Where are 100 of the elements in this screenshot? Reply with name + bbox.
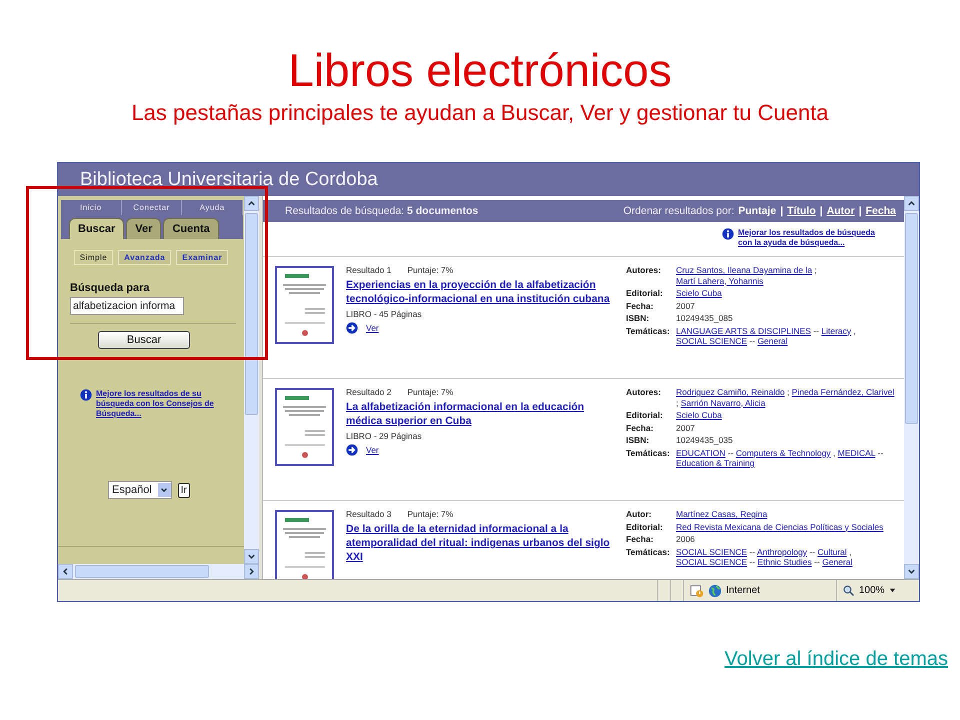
- sort-option[interactable]: Título: [787, 205, 816, 217]
- results-summary: Resultados de búsqueda: 5 documentos: [285, 205, 478, 217]
- separator-text: --: [728, 448, 734, 458]
- field-link[interactable]: EDUCATION: [676, 448, 726, 458]
- scroll-down-icon[interactable]: [247, 552, 256, 561]
- field-label: Temáticas:: [626, 448, 671, 460]
- field-label: Autores:: [626, 265, 662, 277]
- sort-label: Ordenar resultados por:: [623, 205, 734, 217]
- sort-option[interactable]: Autor: [826, 205, 855, 217]
- field-value: 2007: [676, 422, 695, 432]
- search-button[interactable]: Buscar: [98, 331, 190, 349]
- separator-text: ;: [676, 398, 678, 408]
- field-link[interactable]: Pineda Fernández, Clarivel: [792, 387, 894, 397]
- field-link[interactable]: SOCIAL SCIENCE: [676, 557, 748, 567]
- scroll-right-icon[interactable]: [247, 567, 256, 576]
- field-label: ISBN:: [626, 313, 650, 324]
- result-format: LIBRO - 29 Páginas: [346, 431, 423, 441]
- view-link[interactable]: Ver: [366, 445, 379, 455]
- result-score: Puntaje: 7%: [407, 509, 454, 519]
- search-field[interactable]: alfabetizacion informa: [70, 297, 184, 315]
- separator-text: --: [749, 336, 756, 346]
- field-link[interactable]: Martí Lahera, Yohannis: [676, 276, 764, 286]
- view-link[interactable]: Ver: [366, 323, 379, 333]
- field-link[interactable]: MEDICAL: [838, 448, 876, 458]
- field-link[interactable]: Ethnic Studies: [757, 557, 812, 567]
- search-mode-tab[interactable]: Simple: [74, 250, 114, 265]
- field-label: Autores:: [626, 387, 662, 399]
- separator-text: ;: [787, 387, 790, 397]
- separator-text: ,: [849, 546, 852, 556]
- security-icon: [690, 584, 704, 598]
- result-title-link[interactable]: Experiencias en la proyección de la alfabetización tecnológico-informacional en una institución cubana: [346, 278, 618, 306]
- field-link[interactable]: Computers & Technology: [736, 448, 831, 458]
- field-link[interactable]: SOCIAL SCIENCE: [676, 336, 748, 346]
- sort-option[interactable]: Puntaje: [738, 205, 776, 217]
- field-link[interactable]: Cultural: [817, 546, 847, 556]
- book-cover-thumbnail[interactable]: [275, 388, 334, 466]
- separator-text: --: [814, 557, 820, 567]
- separator-text: |: [820, 205, 823, 217]
- field-label: Editorial:: [626, 288, 664, 298]
- separator-text: |: [858, 205, 862, 217]
- field-link[interactable]: Anthropology: [756, 546, 808, 556]
- field-value: 10249435_085: [676, 313, 733, 323]
- sort-option[interactable]: Fecha: [866, 205, 896, 217]
- separator-text: --: [749, 557, 756, 567]
- globe-icon: [708, 584, 722, 598]
- book-cover-thumbnail[interactable]: [275, 510, 334, 579]
- field-link[interactable]: Martínez Casas, Regina: [676, 509, 768, 519]
- tab[interactable]: Cuenta: [163, 218, 219, 239]
- field-link[interactable]: Sarrión Navarro, Alicia: [680, 398, 766, 408]
- go-button[interactable]: Ir: [178, 482, 190, 498]
- separator-text: ,: [833, 448, 836, 458]
- field-link[interactable]: Scielo Cuba: [676, 288, 722, 298]
- field-link[interactable]: General: [822, 557, 852, 567]
- horizontal-scrollbar[interactable]: [58, 564, 259, 579]
- tips-link[interactable]: Mejore los resultados de su búsqueda con los Consejos de Búsqueda...: [96, 389, 236, 419]
- scroll-up-icon[interactable]: [907, 199, 916, 208]
- caret-icon: [160, 486, 168, 494]
- field-link[interactable]: Rodriguez Camiño, Reinaldo: [676, 387, 785, 397]
- result-number: Resultado 1: [346, 265, 392, 275]
- scroll-left-icon[interactable]: [61, 567, 70, 576]
- field-link[interactable]: Education & Training: [676, 458, 754, 468]
- field-label: ISBN:: [626, 435, 650, 446]
- result-number: Resultado 2: [346, 387, 392, 397]
- field-link[interactable]: LANGUAGE ARTS & DISCIPLINES: [676, 326, 811, 336]
- result-title-link[interactable]: De la orilla de la eternidad informacional a la atemporalidad del ritual: indigenas urbanos del siglo XXI: [346, 522, 618, 564]
- field-link[interactable]: SOCIAL SCIENCE: [676, 546, 748, 556]
- zoom-level[interactable]: 100%: [859, 585, 885, 596]
- result-title-link[interactable]: La alfabetización informacional en la educación médica superior en Cuba: [346, 400, 618, 428]
- result-format: LIBRO - 45 Páginas: [346, 309, 423, 319]
- search-mode-tab[interactable]: Avanzada: [118, 250, 172, 265]
- search-mode-tab[interactable]: Examinar: [176, 250, 228, 265]
- language-select[interactable]: Español: [108, 481, 172, 499]
- field-link[interactable]: Cruz Santos, Ileana Dayamina de la: [676, 265, 812, 275]
- field-value: 2007: [676, 300, 695, 310]
- separator-text: --: [809, 546, 816, 556]
- zoom-icon[interactable]: [843, 584, 855, 596]
- field-value: 10249435_035: [676, 435, 733, 445]
- search-label: Búsqueda para: [70, 282, 150, 294]
- field-label: Editorial:: [626, 522, 664, 532]
- result-number: Resultado 3: [346, 509, 392, 519]
- field-label: Autor:: [626, 509, 652, 520]
- field-label: Fecha:: [626, 422, 654, 433]
- field-link[interactable]: Literacy: [821, 326, 852, 336]
- scroll-up-icon[interactable]: [247, 199, 256, 208]
- zone-label: Internet: [726, 585, 760, 596]
- arrow-right-icon: [346, 444, 358, 456]
- caret-icon[interactable]: [888, 587, 896, 594]
- scroll-down-icon[interactable]: [907, 567, 916, 576]
- arrow-right-icon: [346, 322, 358, 334]
- vertical-scrollbar[interactable]: [244, 196, 259, 564]
- field-link[interactable]: General: [757, 336, 788, 346]
- tab[interactable]: Ver: [126, 218, 162, 239]
- vertical-scrollbar[interactable]: [904, 196, 919, 579]
- help-link[interactable]: Mejorar los resultados de búsqueda con la ayuda de búsqueda...: [738, 228, 888, 248]
- field-link[interactable]: Red Revista Mexicana de Ciencias Políticas y Sociales: [676, 522, 884, 532]
- separator-text: --: [878, 448, 884, 458]
- book-cover-thumbnail[interactable]: [275, 266, 334, 344]
- slide-title: Libros electrónicos: [288, 44, 672, 96]
- tab[interactable]: Buscar: [69, 218, 124, 239]
- field-link[interactable]: Scielo Cuba: [676, 410, 722, 420]
